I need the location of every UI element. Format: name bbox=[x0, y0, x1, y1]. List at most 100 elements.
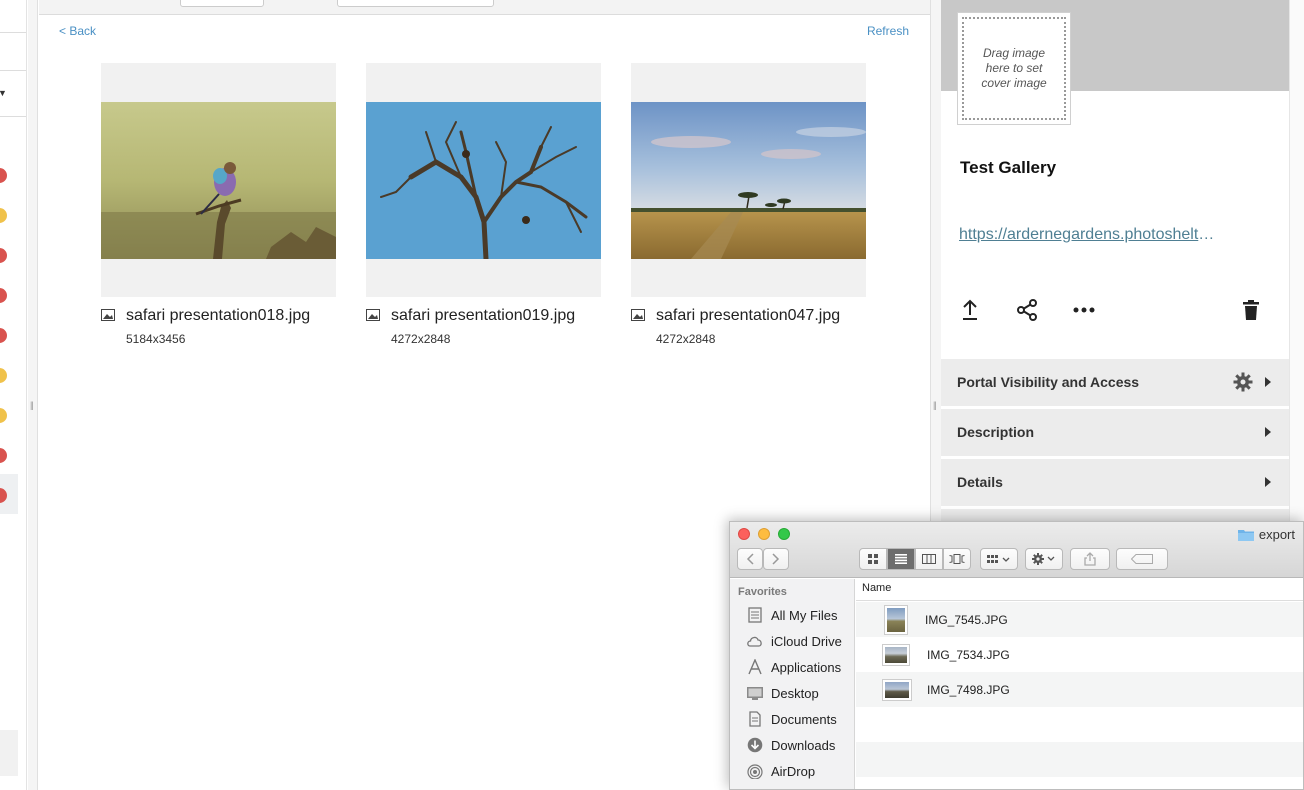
image-name[interactable]: safari presentation018.jpg bbox=[126, 307, 310, 325]
zoom-window-button[interactable] bbox=[778, 528, 790, 540]
column-header-name[interactable]: Name bbox=[856, 579, 1303, 601]
sidebar-item-icloud-drive[interactable]: iCloud Drive bbox=[746, 631, 856, 651]
downloads-icon bbox=[747, 737, 763, 753]
status-dot bbox=[0, 168, 7, 183]
delete-button[interactable] bbox=[1239, 298, 1263, 322]
folder-icon bbox=[1237, 530, 1254, 541]
share-button[interactable] bbox=[1015, 298, 1039, 322]
chevron-right-icon bbox=[1265, 377, 1271, 387]
file-row[interactable]: IMG_7498.JPG bbox=[856, 672, 1303, 707]
sidebar-item-all-my-files[interactable]: All My Files bbox=[746, 605, 856, 625]
left-splitter[interactable]: || bbox=[28, 0, 38, 790]
airdrop-icon bbox=[747, 764, 763, 779]
image-name[interactable]: safari presentation019.jpg bbox=[391, 307, 575, 325]
status-dot bbox=[0, 248, 7, 263]
more-options-button[interactable] bbox=[1072, 298, 1096, 322]
status-dot bbox=[0, 288, 7, 303]
image-name[interactable]: safari presentation047.jpg bbox=[656, 307, 840, 325]
icon-view-button[interactable] bbox=[859, 548, 887, 570]
image-dimensions: 5184x3456 bbox=[126, 332, 186, 346]
sidebar-item-downloads[interactable]: Downloads bbox=[746, 735, 856, 755]
documents-icon bbox=[749, 711, 761, 727]
finder-file-list: Name IMG_7545.JPG IMG_7534.JPG IMG_7498.… bbox=[856, 579, 1303, 789]
image-thumbnail[interactable] bbox=[366, 63, 601, 297]
image-thumbnail[interactable] bbox=[631, 63, 866, 297]
gear-icon bbox=[1032, 553, 1055, 565]
cover-image-dropzone[interactable]: Drag image here to set cover image bbox=[957, 12, 1071, 125]
close-window-button[interactable] bbox=[738, 528, 750, 540]
cover-flow-button[interactable] bbox=[943, 548, 971, 570]
photo-tree bbox=[366, 102, 601, 259]
cloud-icon bbox=[747, 636, 762, 647]
sidebar-item-documents[interactable]: Documents bbox=[746, 709, 856, 729]
file-row[interactable]: IMG_7534.JPG bbox=[856, 637, 1303, 672]
image-thumbnail-icon bbox=[882, 643, 910, 666]
file-name: IMG_7534.JPG bbox=[927, 647, 1010, 662]
finder-titlebar: export bbox=[730, 522, 1303, 578]
section-label: Details bbox=[957, 474, 1003, 490]
section-label: Description bbox=[957, 424, 1035, 440]
image-thumbnail[interactable] bbox=[101, 63, 336, 297]
tag-button[interactable] bbox=[1116, 548, 1168, 570]
top-toolbar bbox=[39, 0, 930, 15]
refresh-link[interactable]: Refresh bbox=[867, 24, 909, 38]
chevron-down-icon[interactable]: ▼ bbox=[0, 88, 7, 98]
desktop-icon bbox=[747, 687, 763, 700]
finder-title-text: export bbox=[1258, 527, 1295, 542]
empty-row bbox=[856, 707, 1303, 742]
image-card[interactable]: safari presentation018.jpg 5184x3456 bbox=[101, 63, 336, 346]
arrange-icon bbox=[987, 555, 1010, 563]
status-dot bbox=[0, 408, 7, 423]
action-menu-button[interactable] bbox=[1025, 548, 1063, 570]
drag-handle-icon[interactable]: || bbox=[933, 400, 939, 412]
arrange-button[interactable] bbox=[980, 548, 1018, 570]
more-icon bbox=[1073, 307, 1095, 313]
upload-button[interactable] bbox=[958, 298, 982, 322]
chevron-left-icon bbox=[746, 553, 754, 565]
tag-icon bbox=[1131, 554, 1153, 564]
grid-icon bbox=[868, 554, 878, 564]
all-files-icon bbox=[748, 607, 762, 623]
sidebar-item-applications[interactable]: Applications bbox=[746, 657, 856, 677]
photo-bird bbox=[101, 102, 336, 259]
image-card[interactable]: safari presentation019.jpg 4272x2848 bbox=[366, 63, 601, 346]
section-portal-visibility[interactable]: Portal Visibility and Access bbox=[941, 359, 1289, 407]
sidebar-item-desktop[interactable]: Desktop bbox=[746, 683, 856, 703]
status-dot bbox=[0, 208, 7, 223]
image-card[interactable]: safari presentation047.jpg 4272x2848 bbox=[631, 63, 866, 346]
list-view-button[interactable] bbox=[887, 548, 915, 570]
upload-icon bbox=[963, 299, 977, 320]
image-file-icon bbox=[631, 309, 645, 321]
image-file-icon bbox=[366, 309, 380, 321]
cover-hint: Drag image here to set cover image bbox=[981, 46, 1047, 90]
image-dimensions: 4272x2848 bbox=[391, 332, 451, 346]
minimize-window-button[interactable] bbox=[758, 528, 770, 540]
forward-nav-button[interactable] bbox=[763, 548, 789, 570]
section-details[interactable]: Details bbox=[941, 459, 1289, 507]
column-view-button[interactable] bbox=[915, 548, 943, 570]
coverflow-icon bbox=[949, 554, 965, 564]
share-button[interactable] bbox=[1070, 548, 1110, 570]
file-row[interactable]: IMG_7545.JPG bbox=[856, 602, 1303, 637]
drag-handle-icon[interactable]: || bbox=[30, 400, 36, 412]
file-name: IMG_7498.JPG bbox=[927, 682, 1010, 697]
gallery-url-link[interactable]: https://ardernegardens.photoshelter.com bbox=[959, 226, 1219, 244]
app-window: ▼ || < Back Refresh bbox=[0, 0, 1304, 790]
back-nav-button[interactable] bbox=[737, 548, 763, 570]
empty-row bbox=[856, 742, 1303, 777]
toolbar-button[interactable] bbox=[180, 0, 264, 7]
toolbar-field[interactable] bbox=[337, 0, 494, 7]
image-dimensions: 4272x2848 bbox=[656, 332, 716, 346]
sidebar-item-airdrop[interactable]: AirDrop bbox=[746, 761, 856, 781]
section-description[interactable]: Description bbox=[941, 409, 1289, 457]
favorites-heading: Favorites bbox=[738, 586, 787, 598]
applications-icon bbox=[748, 659, 762, 675]
sidebar-footer bbox=[0, 730, 18, 776]
gear-icon[interactable] bbox=[1233, 372, 1253, 392]
share-icon bbox=[1084, 552, 1096, 566]
back-link[interactable]: < Back bbox=[59, 24, 96, 38]
trash-icon bbox=[1243, 300, 1259, 320]
image-thumbnail-icon bbox=[882, 678, 912, 701]
image-thumbnail-icon bbox=[884, 604, 908, 635]
list-icon bbox=[895, 554, 907, 564]
